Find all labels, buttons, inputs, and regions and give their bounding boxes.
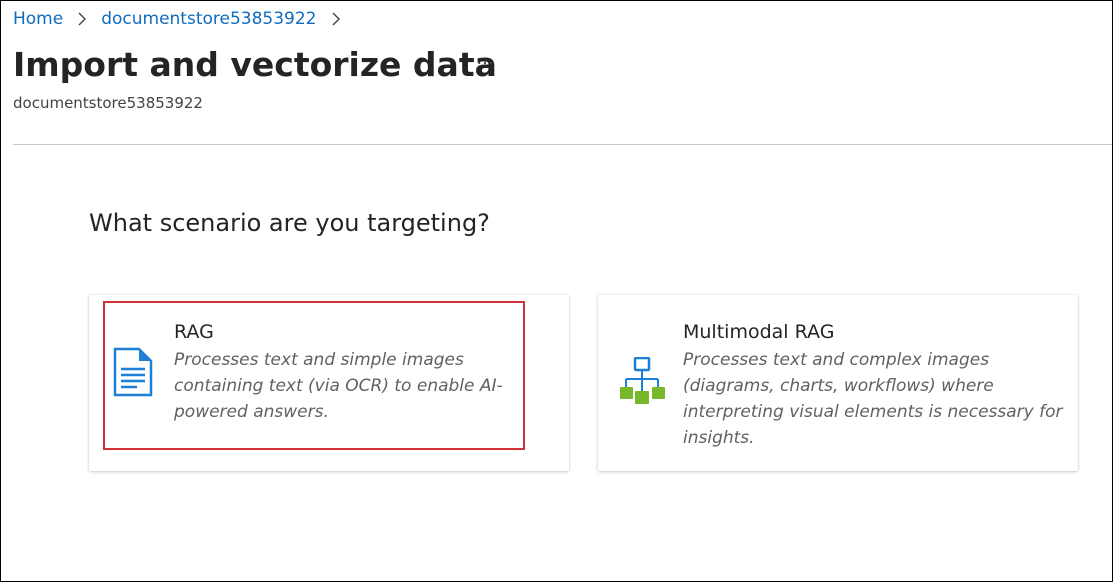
breadcrumb-home-link[interactable]: Home bbox=[13, 9, 63, 29]
scenario-card-rag[interactable]: RAG Processes text and simple images con… bbox=[89, 295, 569, 471]
breadcrumb-resource-link[interactable]: documentstore53853922 bbox=[101, 9, 316, 29]
breadcrumb: Home documentstore53853922 bbox=[13, 7, 355, 31]
document-icon bbox=[111, 345, 159, 399]
app-window: Home documentstore53853922 Import and ve… bbox=[0, 0, 1113, 582]
page-title: Import and vectorize data bbox=[13, 45, 497, 84]
card-title: RAG bbox=[174, 321, 214, 343]
more-options-button[interactable]: ··· bbox=[471, 55, 499, 79]
scenario-card-multimodal-rag[interactable]: Multimodal RAG Processes text and comple… bbox=[598, 295, 1078, 471]
header-divider bbox=[13, 144, 1112, 145]
scenario-question: What scenario are you targeting? bbox=[89, 209, 490, 237]
card-title: Multimodal RAG bbox=[683, 321, 835, 343]
chevron-right-icon bbox=[75, 12, 89, 26]
page-subtitle: documentstore53853922 bbox=[13, 94, 203, 112]
hierarchy-diagram-icon bbox=[618, 356, 666, 411]
chevron-right-icon bbox=[329, 12, 343, 26]
card-description: Processes text and simple images contain… bbox=[174, 350, 503, 422]
card-description: Processes text and complex images (diagr… bbox=[683, 350, 1063, 448]
